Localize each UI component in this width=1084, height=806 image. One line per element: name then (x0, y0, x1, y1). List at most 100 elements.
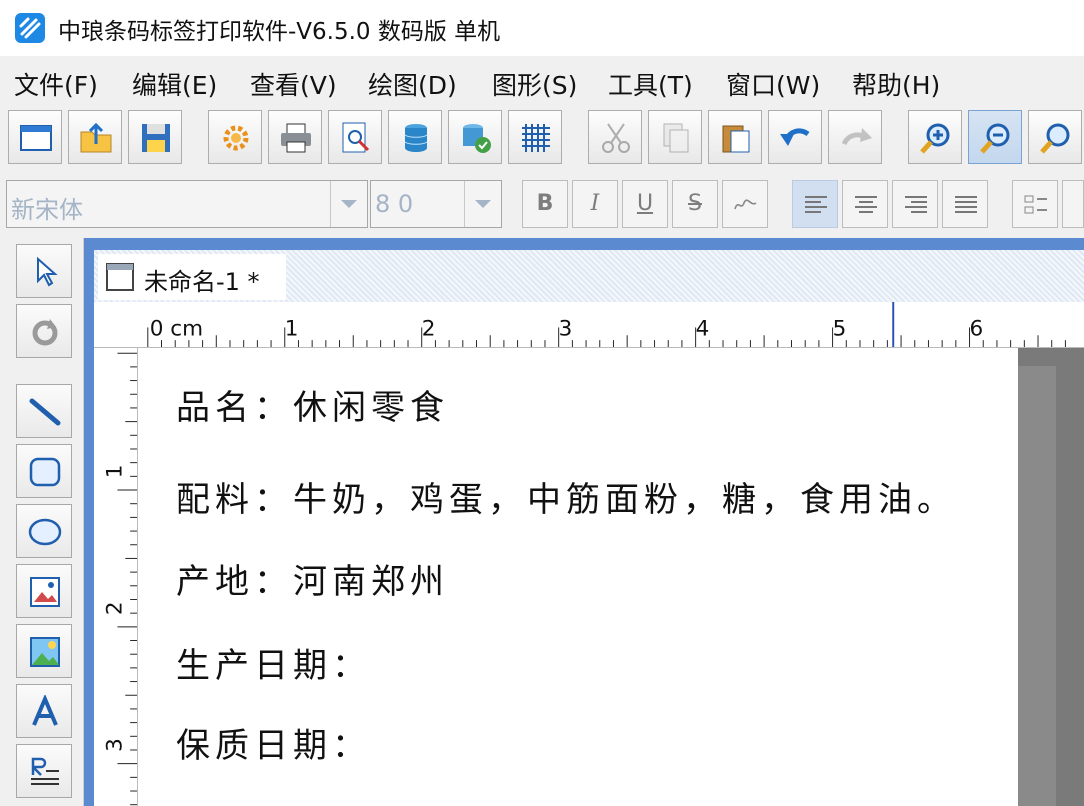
app-logo-icon (15, 13, 45, 43)
settings-gear-icon (223, 125, 249, 151)
more-format-button[interactable] (1062, 180, 1084, 228)
paste-icon (722, 125, 750, 153)
line-icon (29, 398, 61, 426)
align-justify-icon (955, 196, 977, 213)
save-icon (142, 124, 170, 152)
main-toolbar (0, 106, 1084, 170)
menu-window[interactable]: 窗口(W) (726, 66, 820, 102)
ruler-label-4: 4 (696, 316, 710, 341)
text-direction-button[interactable] (1012, 180, 1058, 228)
label-text-origin[interactable]: 产地：河南郑州 (176, 554, 449, 603)
label-text-expiry-date[interactable]: 保质日期： (176, 718, 371, 767)
print-preview-button[interactable] (328, 110, 382, 164)
text-effect-button[interactable] (722, 180, 768, 228)
database-connect-button[interactable] (448, 110, 502, 164)
vruler-label-2: 2 (102, 601, 127, 615)
line-tool-button[interactable] (16, 384, 72, 438)
format-toolbar: 新宋体 8 0 B I U S (0, 172, 1084, 238)
ruler-label-2: 2 (422, 316, 436, 341)
ruler-label-5: 5 (833, 316, 847, 341)
menu-draw[interactable]: 绘图(D) (368, 66, 457, 102)
zoom-fit-button[interactable] (1028, 110, 1082, 164)
menu-tools[interactable]: 工具(T) (608, 66, 693, 102)
menu-view[interactable]: 查看(V) (250, 66, 337, 102)
image-tool-button[interactable] (16, 564, 72, 618)
copy-button[interactable] (648, 110, 702, 164)
ruler-label-6: 6 (970, 316, 984, 341)
paste-button[interactable] (708, 110, 762, 164)
font-size-select[interactable]: 8 0 (370, 180, 502, 228)
page-shadow (1018, 366, 1056, 806)
pointer-arrow-icon (37, 256, 58, 287)
menu-file[interactable]: 文件(F) (14, 66, 98, 102)
align-justify-button[interactable] (942, 180, 988, 228)
open-icon (80, 122, 112, 153)
document-tab-label: 未命名-1 * (144, 268, 260, 296)
text-a-icon (32, 695, 58, 726)
rotate-tool-button[interactable] (16, 304, 72, 358)
menu-help[interactable]: 帮助(H) (852, 66, 940, 102)
text-tool-button[interactable] (16, 684, 72, 738)
chevron-down-icon[interactable] (464, 181, 501, 227)
text-effect-icon (734, 199, 757, 210)
align-right-button[interactable] (892, 180, 938, 228)
settings-button[interactable] (208, 110, 262, 164)
label-text-product-name[interactable]: 品名：休闲零食 (176, 380, 449, 429)
new-icon (20, 125, 52, 151)
strikethrough-button[interactable]: S (672, 180, 718, 228)
photo-tool-button[interactable] (16, 624, 72, 678)
zoom-fit-icon (1040, 123, 1070, 154)
select-tool-button[interactable] (16, 244, 72, 298)
ellipse-tool-button[interactable] (16, 504, 72, 558)
copy-icon (663, 123, 689, 153)
cut-button[interactable] (588, 110, 642, 164)
open-button[interactable] (68, 110, 122, 164)
title-bar: 中琅条码标签打印软件-V6.5.0 数码版 单机 (0, 0, 1084, 56)
zoom-in-icon (920, 123, 950, 154)
chevron-down-icon[interactable] (330, 181, 367, 227)
ellipse-icon (28, 518, 62, 546)
font-name-value: 新宋体 (11, 196, 83, 224)
vruler-label-1: 1 (102, 465, 127, 479)
redo-icon (841, 128, 872, 146)
rounded-rectangle-icon (29, 457, 61, 487)
new-button[interactable] (8, 110, 62, 164)
drawing-tool-palette (0, 238, 84, 806)
underline-button[interactable]: U (622, 180, 668, 228)
print-icon (281, 123, 311, 153)
database-connect-icon (463, 124, 491, 153)
align-left-icon (805, 196, 827, 213)
ruler-label-1: 1 (285, 316, 299, 341)
picture-icon (30, 577, 60, 607)
rounded-rect-tool-button[interactable] (16, 444, 72, 498)
zoom-in-button[interactable] (908, 110, 962, 164)
align-left-button[interactable] (792, 180, 838, 228)
menu-shape[interactable]: 图形(S) (492, 66, 577, 102)
cut-icon (602, 123, 630, 153)
rich-text-icon (31, 757, 59, 785)
rich-text-tool-button[interactable] (16, 744, 72, 798)
database-icon (404, 124, 428, 152)
grid-button[interactable] (508, 110, 562, 164)
label-text-production-date[interactable]: 生产日期： (176, 638, 371, 687)
undo-button[interactable] (768, 110, 822, 164)
font-name-select[interactable]: 新宋体 (6, 180, 368, 228)
menu-edit[interactable]: 编辑(E) (132, 66, 217, 102)
ruler-unit-label: 0 cm (150, 316, 203, 341)
database-button[interactable] (388, 110, 442, 164)
print-button[interactable] (268, 110, 322, 164)
bold-button[interactable]: B (522, 180, 568, 228)
save-button[interactable] (128, 110, 182, 164)
horizontal-ruler[interactable]: 0 cm 1 2 3 4 5 6 (94, 302, 1084, 348)
zoom-out-button[interactable] (968, 110, 1022, 164)
window-title: 中琅条码标签打印软件-V6.5.0 数码版 单机 (58, 19, 501, 45)
italic-button[interactable]: I (572, 180, 618, 228)
align-right-icon (905, 196, 927, 213)
menu-bar: 文件(F) 编辑(E) 查看(V) 绘图(D) 图形(S) 工具(T) 窗口(W… (0, 56, 1084, 106)
align-center-button[interactable] (842, 180, 888, 228)
vruler-label-3: 3 (102, 738, 127, 752)
vertical-ruler[interactable]: 1 2 3 (94, 348, 138, 806)
label-text-ingredients[interactable]: 配料：牛奶，鸡蛋，中筋面粉，糖，食用油。 (176, 472, 956, 521)
landscape-image-icon (30, 637, 60, 667)
redo-button[interactable] (828, 110, 882, 164)
